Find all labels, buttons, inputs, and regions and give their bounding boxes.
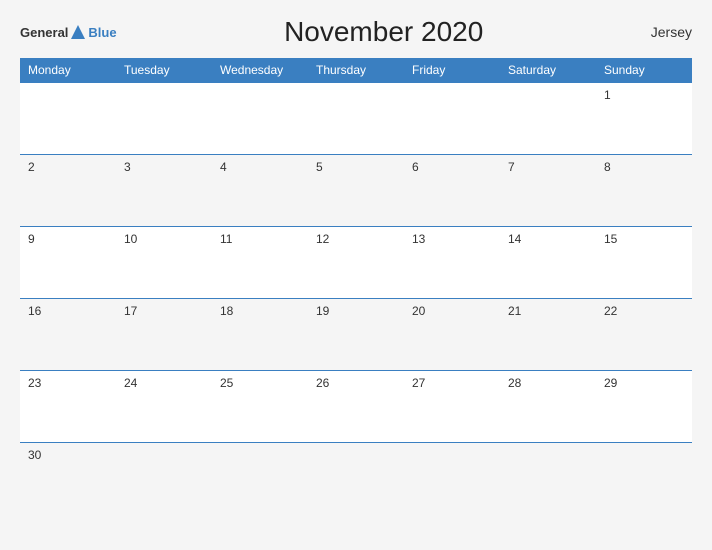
- week-row-2: 2 3 4 5 6 7 8: [20, 155, 692, 227]
- calendar-table: Monday Tuesday Wednesday Thursday Friday…: [20, 58, 692, 515]
- day-cell-25: 25: [212, 371, 308, 443]
- day-cell-14: 14: [500, 227, 596, 299]
- day-cell-23: 23: [20, 371, 116, 443]
- day-cell-9: 9: [20, 227, 116, 299]
- day-cell-10: 10: [116, 227, 212, 299]
- logo-general-text: General: [20, 25, 68, 40]
- header: General Blue November 2020 Jersey: [20, 16, 692, 48]
- day-cell: [308, 83, 404, 155]
- header-friday: Friday: [404, 58, 500, 83]
- day-cell-17: 17: [116, 299, 212, 371]
- header-sunday: Sunday: [596, 58, 692, 83]
- day-cell-empty: [308, 443, 404, 515]
- day-cell-6: 6: [404, 155, 500, 227]
- day-cell-5: 5: [308, 155, 404, 227]
- day-cell-3: 3: [116, 155, 212, 227]
- day-cell-24: 24: [116, 371, 212, 443]
- logo: General Blue: [20, 23, 117, 41]
- region-label: Jersey: [651, 24, 692, 40]
- header-tuesday: Tuesday: [116, 58, 212, 83]
- day-cell-20: 20: [404, 299, 500, 371]
- day-cell: [116, 83, 212, 155]
- header-saturday: Saturday: [500, 58, 596, 83]
- day-cell-empty: [212, 443, 308, 515]
- day-cell-26: 26: [308, 371, 404, 443]
- week-row-6: 30: [20, 443, 692, 515]
- day-cell-12: 12: [308, 227, 404, 299]
- day-cell-empty: [596, 443, 692, 515]
- logo-icon: [69, 23, 87, 41]
- day-cell-22: 22: [596, 299, 692, 371]
- header-wednesday: Wednesday: [212, 58, 308, 83]
- calendar-title: November 2020: [117, 16, 651, 48]
- day-cell: [212, 83, 308, 155]
- day-cell-30: 30: [20, 443, 116, 515]
- week-row-1: 1: [20, 83, 692, 155]
- day-cell: [500, 83, 596, 155]
- calendar-page: General Blue November 2020 Jersey Monday…: [0, 0, 712, 550]
- week-row-5: 23 24 25 26 27 28 29: [20, 371, 692, 443]
- day-cell-1: 1: [596, 83, 692, 155]
- header-monday: Monday: [20, 58, 116, 83]
- day-cell-21: 21: [500, 299, 596, 371]
- day-cell-13: 13: [404, 227, 500, 299]
- day-cell-empty: [404, 443, 500, 515]
- header-thursday: Thursday: [308, 58, 404, 83]
- week-row-3: 9 10 11 12 13 14 15: [20, 227, 692, 299]
- day-cell-28: 28: [500, 371, 596, 443]
- logo-blue-text: Blue: [88, 25, 116, 40]
- day-cell-4: 4: [212, 155, 308, 227]
- day-cell: [20, 83, 116, 155]
- weekday-header-row: Monday Tuesday Wednesday Thursday Friday…: [20, 58, 692, 83]
- day-cell-7: 7: [500, 155, 596, 227]
- day-cell-empty: [500, 443, 596, 515]
- day-cell-8: 8: [596, 155, 692, 227]
- day-cell-18: 18: [212, 299, 308, 371]
- week-row-4: 16 17 18 19 20 21 22: [20, 299, 692, 371]
- day-cell-27: 27: [404, 371, 500, 443]
- day-cell-19: 19: [308, 299, 404, 371]
- day-cell-11: 11: [212, 227, 308, 299]
- day-cell-2: 2: [20, 155, 116, 227]
- day-cell-15: 15: [596, 227, 692, 299]
- day-cell-29: 29: [596, 371, 692, 443]
- day-cell: [404, 83, 500, 155]
- day-cell-16: 16: [20, 299, 116, 371]
- day-cell-empty: [116, 443, 212, 515]
